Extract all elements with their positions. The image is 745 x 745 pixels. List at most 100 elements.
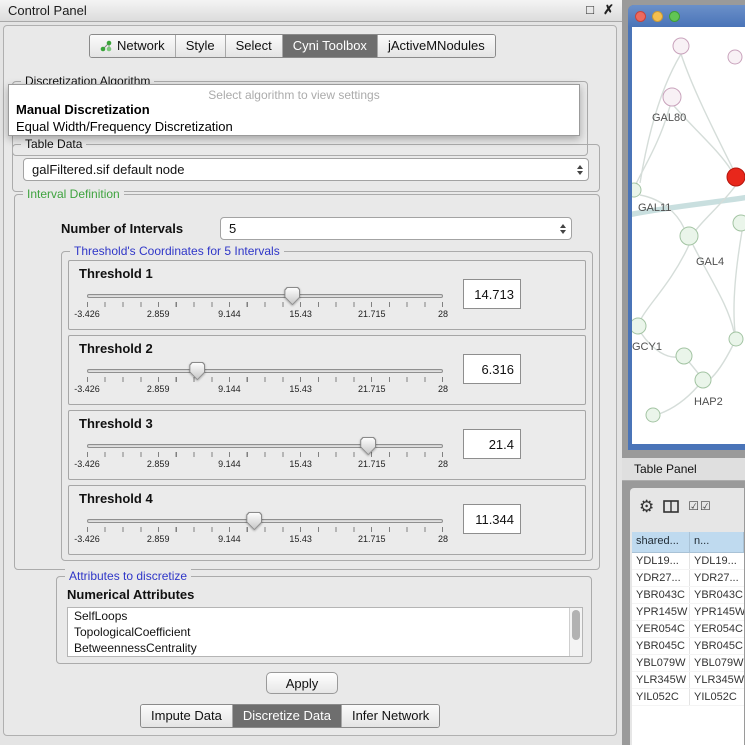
slider-track[interactable] (87, 519, 443, 523)
close-icon[interactable]: ✗ (603, 2, 614, 18)
threshold-slider[interactable]: -3.4262.8599.14415.4321.71528 (87, 510, 443, 550)
attribute-item[interactable]: SelfLoops (68, 608, 582, 624)
tick-label: 15.43 (289, 309, 312, 319)
table-header-row: shared... n... (632, 532, 744, 553)
threshold-value-field[interactable]: 11.344 (463, 504, 521, 534)
network-node[interactable] (729, 332, 743, 346)
apply-button[interactable]: Apply (266, 672, 338, 694)
dropdown-item-equal-width-frequency[interactable]: Equal Width/Frequency Discretization (9, 118, 579, 135)
network-window-titlebar[interactable] (628, 5, 745, 27)
tab-style[interactable]: Style (175, 35, 225, 57)
tab-discretize-data[interactable]: Discretize Data (232, 705, 341, 727)
tab-infer-network[interactable]: Infer Network (341, 705, 439, 727)
tab-cyni-toolbox[interactable]: Cyni Toolbox (282, 35, 377, 57)
slider-track[interactable] (87, 369, 443, 373)
tab-label: Discretize Data (243, 708, 331, 723)
scrollbar-thumb[interactable] (572, 610, 580, 640)
checkbox-icons[interactable]: ☑☑ (688, 499, 712, 513)
column-header-shared-name[interactable]: shared... (632, 532, 690, 553)
node-label: HAP2 (694, 396, 723, 408)
threshold-value-field[interactable]: 6.316 (463, 354, 521, 384)
tick-label: 2.859 (147, 384, 170, 394)
table-row[interactable]: YPR145WYPR145W (632, 604, 744, 621)
table-row[interactable]: YLR345WYLR345W (632, 672, 744, 689)
thresholds-group: Threshold's Coordinates for 5 Intervals … (61, 251, 593, 561)
tick-label: 2.859 (147, 459, 170, 469)
tick-label: 28 (438, 459, 448, 469)
dropdown-hint: Select algorithm to view settings (9, 85, 579, 101)
network-node[interactable] (733, 215, 745, 231)
network-view-window[interactable]: GAL80 GAL11 GAL4 GCY1 HAP2 (628, 5, 745, 450)
number-of-intervals-select[interactable]: 5 (220, 217, 572, 240)
stepper-icon[interactable] (571, 159, 588, 180)
network-node[interactable] (680, 227, 698, 245)
network-node[interactable] (632, 183, 641, 197)
tab-network[interactable]: Network (90, 35, 175, 57)
table-panel-header[interactable]: Table Panel (622, 457, 745, 481)
slider-thumb[interactable] (360, 437, 376, 455)
attribute-item[interactable]: BetweennessCentrality (68, 640, 582, 656)
dropdown-item-manual-discretization[interactable]: Manual Discretization (9, 101, 579, 118)
threshold-slider[interactable]: -3.4262.8599.14415.4321.71528 (87, 285, 443, 325)
numerical-attributes-list[interactable]: SelfLoopsTopologicalCoefficientBetweenne… (67, 607, 583, 657)
table-cell: YBR045C (690, 638, 744, 654)
slider-track[interactable] (87, 444, 443, 448)
table-row[interactable]: YER054CYER054C (632, 621, 744, 638)
attribute-item[interactable]: TopologicalCoefficient (68, 624, 582, 640)
slider-ticks (87, 377, 444, 382)
table-row[interactable]: YBL079WYBL079W (632, 655, 744, 672)
node-table[interactable]: shared... n... YDL19...YDL19...YDR27...Y… (632, 532, 744, 745)
tab-select[interactable]: Select (225, 35, 282, 57)
threshold-value-field[interactable]: 21.4 (463, 429, 521, 459)
table-row[interactable]: YDR27...YDR27... (632, 570, 744, 587)
network-canvas[interactable]: GAL80 GAL11 GAL4 GCY1 HAP2 (632, 27, 745, 444)
network-node[interactable] (676, 348, 692, 364)
minimize-traffic-light-icon[interactable] (652, 11, 663, 22)
slider-thumb[interactable] (284, 287, 300, 305)
tab-label: jActiveMNodules (388, 38, 485, 53)
table-row[interactable]: YDL19...YDL19... (632, 553, 744, 570)
threshold-slider[interactable]: -3.4262.8599.14415.4321.71528 (87, 435, 443, 475)
network-node[interactable] (663, 88, 681, 106)
network-node[interactable] (632, 318, 646, 334)
table-row[interactable]: YBR045CYBR045C (632, 638, 744, 655)
table-row[interactable]: YBR043CYBR043C (632, 587, 744, 604)
network-node[interactable] (646, 408, 660, 422)
close-traffic-light-icon[interactable] (635, 11, 646, 22)
slider-thumb[interactable] (189, 362, 205, 380)
scrollbar[interactable] (569, 608, 582, 656)
tab-jactivemnodules[interactable]: jActiveMNodules (377, 35, 495, 57)
threshold-value-field[interactable]: 14.713 (463, 279, 521, 309)
table-cell: YBL079W (690, 655, 744, 671)
tab-label: Select (236, 38, 272, 53)
thresholds-group-title: Threshold's Coordinates for 5 Intervals (70, 244, 284, 258)
table-row[interactable]: YIL052CYIL052C (632, 689, 744, 706)
slider-track[interactable] (87, 294, 443, 298)
control-panel-titlebar[interactable]: Control Panel □ ✗ (0, 0, 622, 22)
threshold-slider[interactable]: -3.4262.8599.14415.4321.71528 (87, 360, 443, 400)
network-graph: GAL80 GAL11 GAL4 GCY1 HAP2 (632, 27, 745, 444)
table-data-select[interactable]: galFiltered.sif default node (23, 158, 589, 181)
tick-label: 9.144 (218, 384, 241, 394)
gear-icon[interactable]: ⚙ (639, 498, 654, 515)
node-label: GAL80 (652, 112, 686, 124)
stepper-icon[interactable] (554, 218, 571, 239)
show-columns-icon[interactable] (663, 500, 679, 513)
slider-thumb[interactable] (246, 512, 262, 530)
table-data-group: Table Data galFiltered.sif default node (12, 144, 600, 192)
float-window-icon[interactable]: □ (586, 2, 594, 17)
selected-node[interactable] (727, 168, 745, 186)
zoom-traffic-light-icon[interactable] (669, 11, 680, 22)
threshold-panel: Threshold 4 -3.4262.8599.14415.4321.7152… (68, 485, 586, 555)
threshold-label: Threshold 4 (79, 491, 153, 506)
tick-label: 28 (438, 384, 448, 394)
tab-impute-data[interactable]: Impute Data (141, 705, 232, 727)
slider-ticks (87, 527, 444, 532)
column-header-name[interactable]: n... (690, 532, 744, 553)
network-node[interactable] (695, 372, 711, 388)
tick-label: -3.426 (74, 459, 100, 469)
table-panel-title: Table Panel (634, 462, 697, 476)
network-node[interactable] (673, 38, 689, 54)
tab-label: Infer Network (352, 708, 429, 723)
network-node[interactable] (728, 50, 742, 64)
